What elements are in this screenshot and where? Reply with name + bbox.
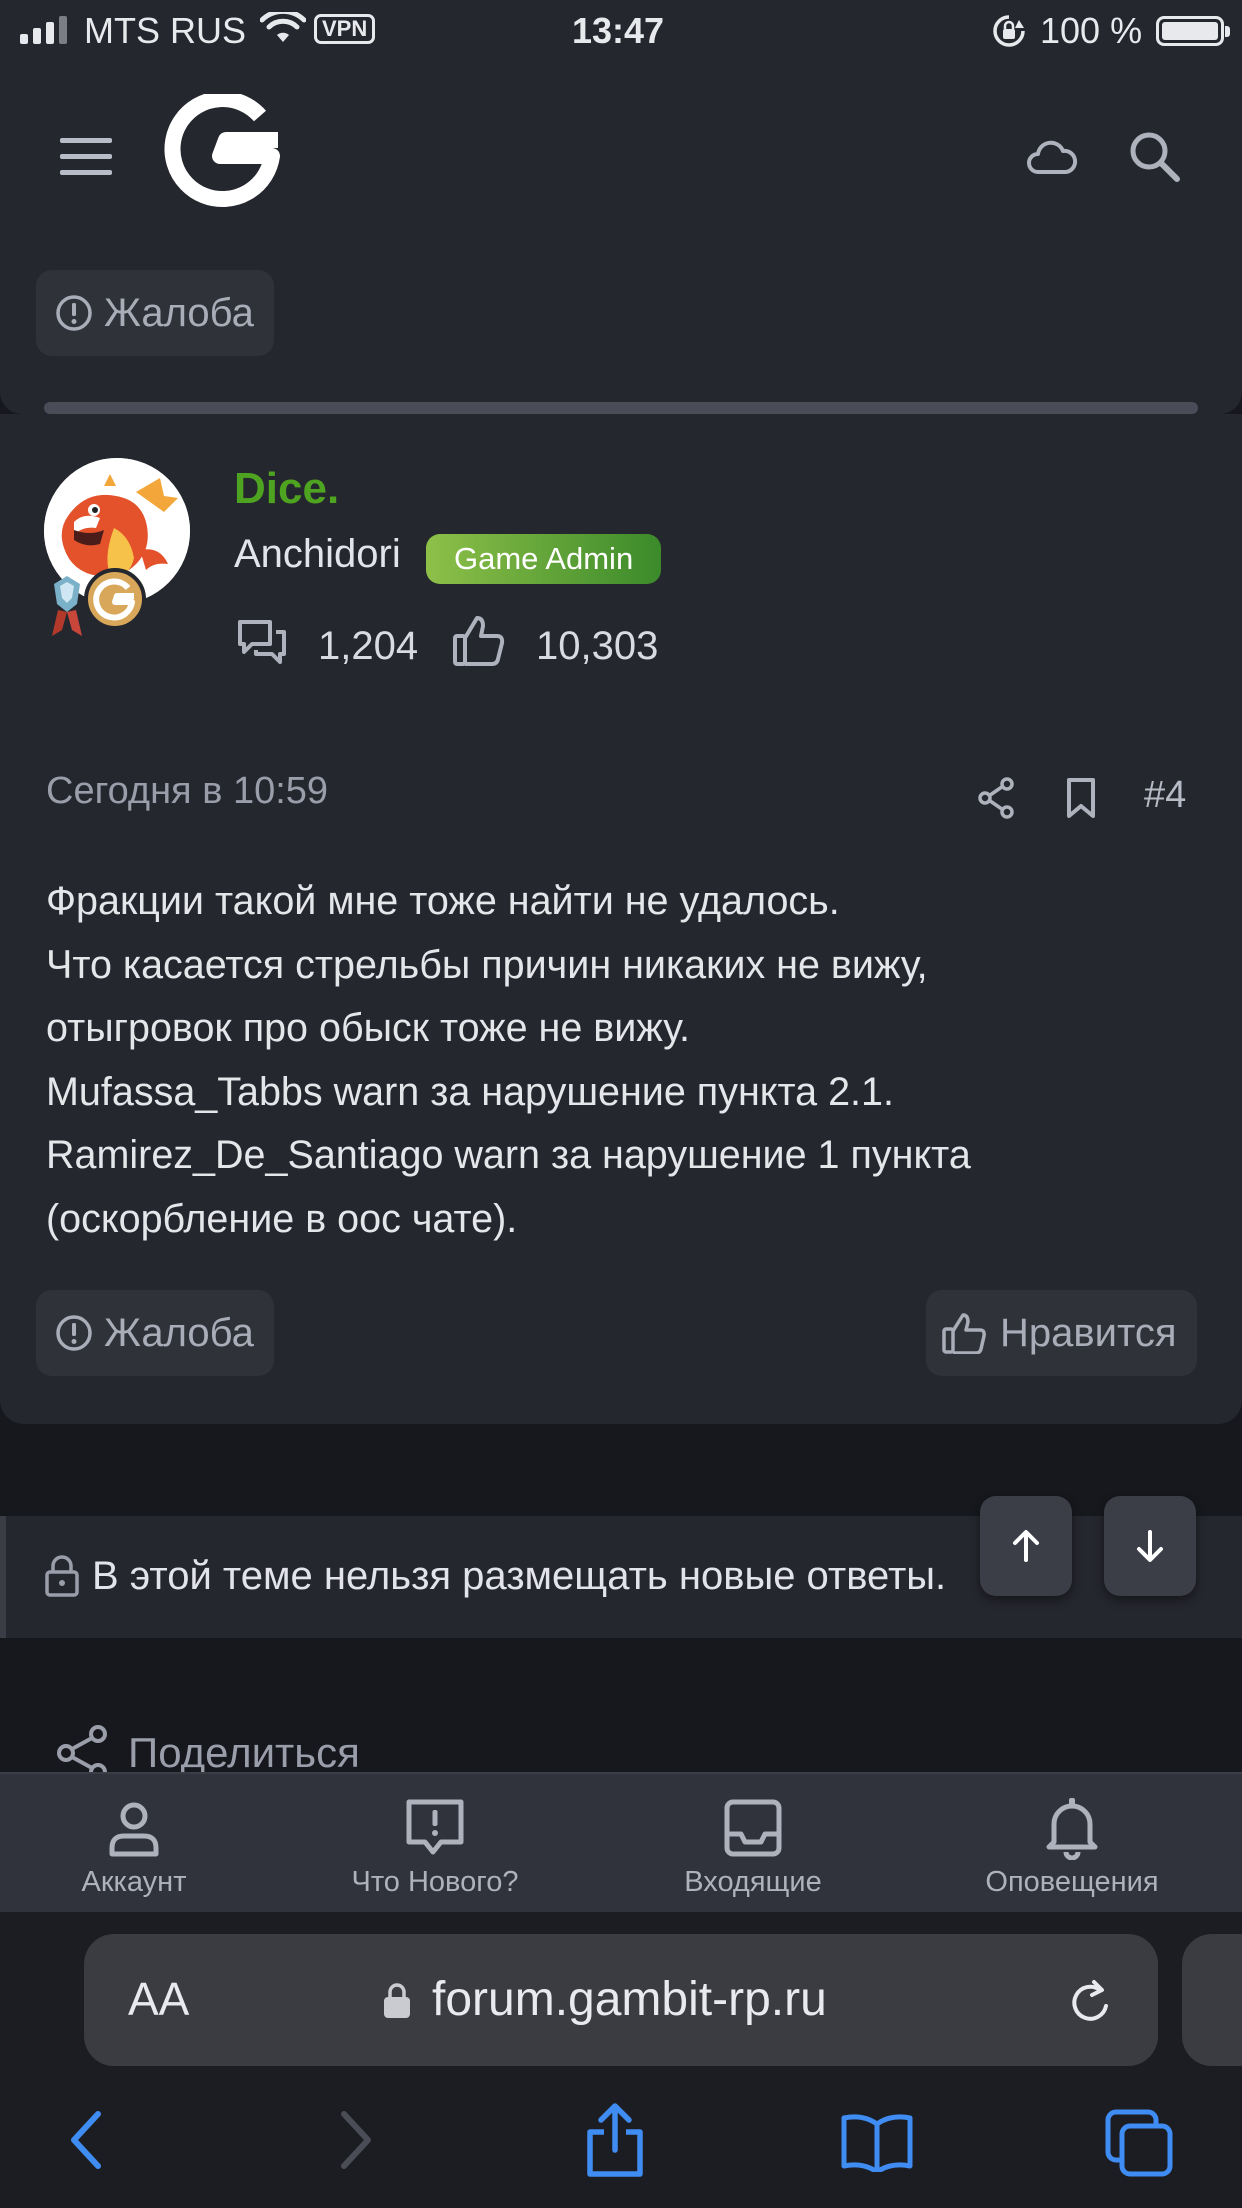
battery-icon [1156,16,1230,46]
post-body: Фракции такой мне тоже найти не удалось.… [46,870,1206,1251]
search-icon[interactable] [1128,130,1180,182]
bookmarks-icon[interactable] [840,2112,914,2172]
thumbs-up-icon [942,1313,986,1354]
address-bar[interactable]: AA forum.gambit-rp.ru [84,1934,1158,2066]
share-post-icon[interactable] [976,776,1016,820]
forward-icon[interactable] [336,2108,376,2172]
report-button[interactable]: Жалоба [36,270,274,356]
alert-icon [56,1315,92,1351]
post-line: (оскорбление в оос чате). [46,1196,518,1241]
thread-locked-text: В этой теме нельзя размещать новые ответ… [92,1554,947,1598]
tab-notifications[interactable]: Оповещения [972,1774,1172,1914]
tab-label: Что Нового? [351,1866,519,1898]
scroll-down-button[interactable] [1104,1496,1196,1596]
account-icon [109,1802,159,1857]
whats-new-icon [406,1799,464,1855]
status-bar: MTS RUS VPN 13:47 100 % [0,0,1242,60]
post-line: Mufassa_Tabbs warn за нарушение пункта 2… [46,1069,894,1114]
padlock-icon [384,1983,410,2018]
bottom-tab-bar: Аккаунт Что Нового? Входящие Оповещения [0,1772,1242,1912]
cloud-icon[interactable] [1026,138,1078,178]
like-button[interactable]: Нравится [926,1290,1197,1376]
messages-icon [238,620,286,664]
signal-icon [20,14,67,44]
report-label: Жалоба [104,290,254,335]
post-line: Ramirez_De_Santiago warn за нарушение 1 … [46,1133,971,1177]
site-header [0,60,1242,256]
text-size-button[interactable]: AA [128,1972,189,2026]
messages-count: 1,204 [318,624,419,668]
post-line: Что касается стрельбы причин никаких не … [46,942,928,987]
bookmark-icon[interactable] [1064,776,1098,820]
post-author-name[interactable]: Dice. [234,464,339,514]
tab-label: Оповещения [985,1866,1159,1898]
like-label: Нравится [1000,1310,1177,1355]
tab-label: Входящие [684,1866,822,1898]
tab-account[interactable]: Аккаунт [54,1774,214,1914]
post-line: Фракции такой мне тоже найти не удалось. [46,879,840,923]
gambit-badge-icon [84,568,146,630]
tab-whats-new[interactable]: Что Нового? [330,1774,540,1914]
rotation-lock-icon [993,15,1025,47]
post-card: Dice. Anchidori Game Admin 1,204 10,303 … [0,414,1242,1424]
gambit-logo[interactable] [156,94,280,210]
scroll-up-button[interactable] [980,1496,1072,1596]
menu-icon[interactable] [58,136,114,178]
url-text[interactable]: forum.gambit-rp.ru [432,1972,827,2027]
inbox-icon [724,1799,782,1857]
post-author-title: Anchidori [234,532,401,576]
vpn-badge: VPN [314,14,376,44]
share-label: Поделиться [128,1729,360,1776]
share-icon[interactable] [584,2102,646,2178]
arrow-down-icon [1137,1530,1163,1562]
arrow-up-icon [1013,1530,1039,1562]
tab-inbox[interactable]: Входящие [668,1774,838,1914]
back-icon[interactable] [66,2108,106,2172]
browser-toolbar: AA forum.gambit-rp.ru [0,1912,1242,2208]
reload-icon[interactable] [1066,1976,1116,2030]
post-date[interactable]: Сегодня в 10:59 [46,770,328,813]
role-badge: Game Admin [426,534,662,584]
tabs-icon[interactable] [1104,2108,1174,2178]
reactions-icon [453,616,505,666]
battery-percent: 100 % [1040,10,1143,51]
post-number[interactable]: #4 [1144,774,1186,817]
alert-icon [56,295,92,331]
report-button[interactable]: Жалоба [36,1290,274,1376]
report-label: Жалоба [104,1310,254,1355]
lock-icon [45,1555,79,1597]
bell-icon [1046,1798,1098,1860]
clock: 13:47 [572,10,665,51]
post-divider [44,402,1198,414]
next-tab-peek[interactable] [1182,1934,1242,2066]
tab-label: Аккаунт [81,1866,187,1898]
wifi-icon [260,12,306,42]
medal-icon [52,576,82,636]
post-line: отыгровок про обыск тоже не вижу. [46,1006,690,1050]
text-size-label: AA [128,1973,190,2025]
carrier-label: MTS RUS [84,10,246,51]
reactions-count: 10,303 [536,624,659,668]
previous-post-card: Жалоба [0,256,1242,414]
